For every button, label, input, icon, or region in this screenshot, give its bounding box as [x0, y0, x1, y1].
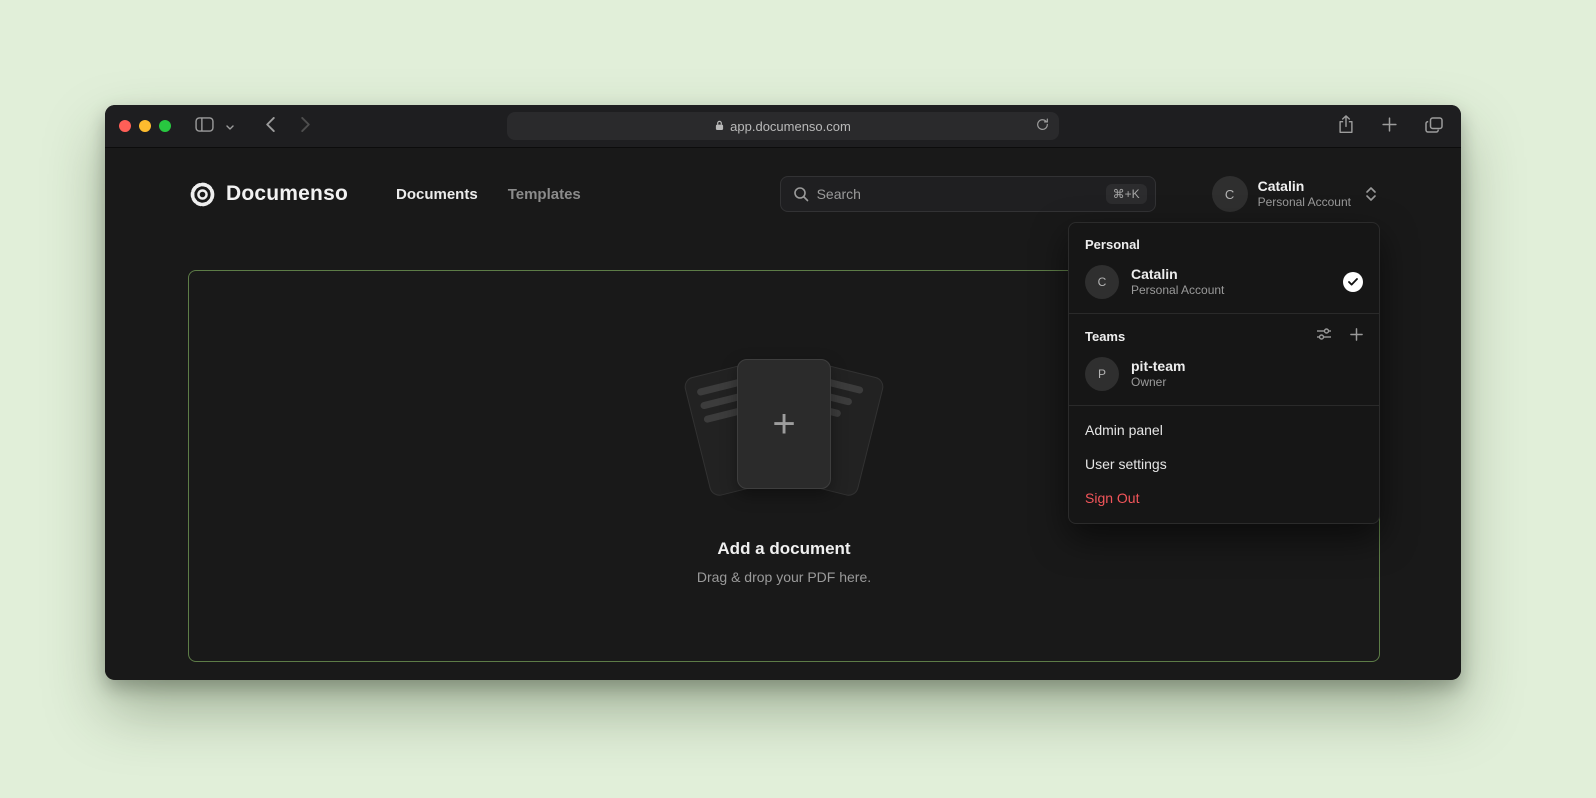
avatar: P: [1085, 357, 1119, 391]
brand-name: Documenso: [226, 182, 348, 206]
new-tab-button[interactable]: [1378, 113, 1401, 139]
account-dropdown-menu: Personal C Catalin Personal Account Team…: [1068, 222, 1380, 524]
refresh-button[interactable]: [1032, 114, 1053, 138]
illustration-card-center: +: [737, 359, 831, 489]
menu-divider: [1069, 405, 1379, 406]
menu-item-sign-out[interactable]: Sign Out: [1069, 481, 1379, 515]
menu-item-user-settings[interactable]: User settings: [1069, 447, 1379, 481]
search-bar[interactable]: ⌘+K: [780, 176, 1156, 212]
search-icon: [793, 186, 809, 202]
selected-check-icon: [1343, 272, 1363, 292]
plus-icon: [1350, 328, 1363, 344]
chevron-right-icon: [301, 117, 310, 135]
nav-documents[interactable]: Documents: [396, 186, 478, 203]
desktop: app.documenso.com: [0, 0, 1596, 798]
search-shortcut-badge: ⌘+K: [1106, 184, 1147, 204]
plus-icon: +: [772, 404, 795, 444]
nav-templates[interactable]: Templates: [508, 186, 581, 203]
sidebar-icon: [195, 117, 214, 135]
toolbar-right-controls: [1334, 111, 1447, 141]
address-bar[interactable]: app.documenso.com: [507, 112, 1059, 140]
personal-account-name: Catalin: [1131, 265, 1331, 283]
history-controls: [262, 113, 314, 139]
dropzone-subtitle: Drag & drop your PDF here.: [697, 569, 871, 585]
back-button[interactable]: [262, 113, 279, 139]
avatar: C: [1085, 265, 1119, 299]
forward-button[interactable]: [297, 113, 314, 139]
account-type: Personal Account: [1258, 195, 1351, 210]
personal-account-item[interactable]: C Catalin Personal Account: [1069, 258, 1379, 306]
team-role: Owner: [1131, 375, 1363, 391]
document-stack-illustration: +: [674, 355, 894, 505]
plus-icon: [1382, 117, 1397, 135]
close-window-button[interactable]: [119, 120, 131, 132]
documenso-app: Documenso Documents Templates ⌘+K C: [105, 148, 1461, 679]
minimize-window-button[interactable]: [139, 120, 151, 132]
sidebar-menu-button[interactable]: [222, 115, 238, 138]
team-item-pit-team[interactable]: P pit-team Owner: [1069, 350, 1379, 398]
sliders-icon: [1316, 327, 1332, 344]
main-nav: Documents Templates: [396, 186, 581, 203]
menu-divider: [1069, 313, 1379, 314]
account-menu-trigger[interactable]: C Catalin Personal Account: [1212, 176, 1377, 212]
tab-overview-button[interactable]: [1421, 113, 1447, 140]
team-name: pit-team: [1131, 357, 1363, 375]
personal-section-label: Personal: [1069, 229, 1379, 258]
chevron-down-icon: [226, 119, 234, 134]
url-text: app.documenso.com: [730, 119, 851, 134]
share-button[interactable]: [1334, 111, 1358, 141]
share-icon: [1338, 115, 1354, 137]
teams-section-label: Teams: [1069, 321, 1125, 350]
create-team-button[interactable]: [1348, 326, 1365, 346]
brand[interactable]: Documenso: [189, 181, 348, 208]
dropzone-title: Add a document: [717, 539, 850, 559]
teams-actions: [1314, 325, 1365, 346]
browser-toolbar: app.documenso.com: [105, 105, 1461, 148]
documenso-logo-icon: [189, 181, 216, 208]
manage-teams-button[interactable]: [1314, 325, 1334, 346]
team-texts: pit-team Owner: [1131, 357, 1363, 391]
refresh-icon: [1036, 118, 1049, 134]
tabs-icon: [1425, 117, 1443, 136]
personal-account-type: Personal Account: [1131, 283, 1331, 299]
teams-section-header: Teams: [1069, 321, 1379, 350]
chevrons-up-down-icon: [1365, 186, 1377, 202]
browser-window: app.documenso.com: [105, 105, 1461, 680]
lock-icon: [715, 119, 724, 134]
avatar: C: [1212, 176, 1248, 212]
zoom-window-button[interactable]: [159, 120, 171, 132]
sidebar-controls: [191, 113, 238, 139]
personal-account-texts: Catalin Personal Account: [1131, 265, 1331, 299]
account-texts: Catalin Personal Account: [1258, 178, 1351, 211]
account-name: Catalin: [1258, 178, 1351, 196]
menu-item-admin-panel[interactable]: Admin panel: [1069, 413, 1379, 447]
sidebar-toggle-button[interactable]: [191, 113, 218, 139]
search-input[interactable]: [817, 186, 1098, 202]
chevron-left-icon: [266, 117, 275, 135]
traffic-lights: [119, 120, 171, 132]
